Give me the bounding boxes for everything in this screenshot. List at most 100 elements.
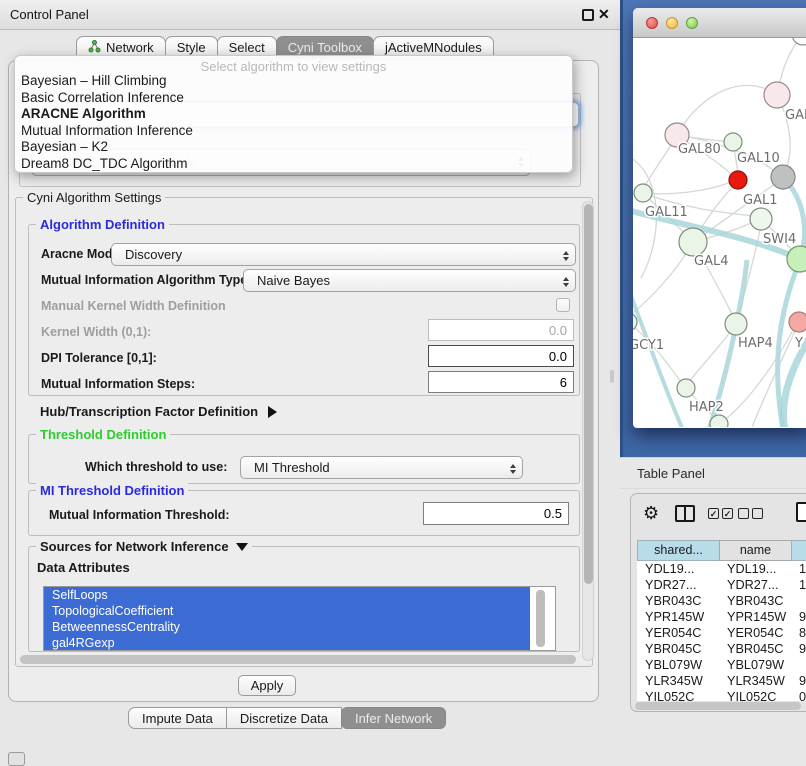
data-attributes-list[interactable]: SelfLoopsTopologicalCoefficientBetweenne… — [43, 586, 556, 651]
table-cell: 13 — [791, 561, 806, 577]
mi-algorithm-type-combobox[interactable]: Naive Bayes — [243, 269, 576, 292]
panel-splitter-handle[interactable] — [610, 370, 614, 383]
mi-algorithm-type-label: Mutual Information Algorithm Type: — [41, 273, 251, 287]
minimize-traffic-light-icon[interactable] — [666, 17, 678, 29]
network-node[interactable] — [787, 246, 806, 272]
node-label: HAP4 — [738, 336, 773, 351]
tab-infer-network[interactable]: Infer Network — [341, 707, 446, 729]
table-cell: YPR145W — [719, 609, 791, 625]
network-node[interactable] — [724, 133, 742, 151]
table-header-row: shared...name — [637, 540, 806, 561]
column-layout-icon[interactable] — [675, 505, 695, 522]
gear-icon[interactable]: ⚙ — [643, 503, 659, 524]
attribute-list-item[interactable]: TopologicalCoefficient — [44, 603, 530, 619]
threshold-definition-group: Threshold Definition Which threshold to … — [28, 434, 580, 484]
column-header[interactable] — [791, 540, 806, 561]
table-row[interactable]: YER054CYER054C8. — [637, 625, 806, 641]
table-row[interactable]: YBR045CYBR045C9. — [637, 641, 806, 657]
close-icon[interactable]: ✕ — [598, 6, 610, 23]
attribute-list-item[interactable]: gal4RGexp — [44, 635, 530, 651]
aracne-mode-combobox[interactable]: Discovery — [111, 243, 576, 266]
table-panel-title: Table Panel — [637, 466, 705, 481]
algorithm-option[interactable]: Dream8 DC_TDC Algorithm — [15, 156, 572, 173]
network-node[interactable] — [725, 313, 747, 335]
table-horizontal-scrollbar[interactable] — [635, 702, 801, 710]
apply-button[interactable]: Apply — [238, 675, 296, 696]
algorithm-option[interactable]: Bayesian – K2 — [15, 139, 572, 156]
mi-steps-field[interactable] — [428, 371, 574, 393]
settings-horizontal-scrollbar[interactable] — [20, 655, 576, 664]
which-threshold-value: MI Threshold — [254, 460, 330, 475]
node-label: GAL4 — [694, 254, 728, 269]
tab-label: jActiveMNodules — [385, 40, 482, 55]
network-node[interactable] — [679, 228, 707, 256]
network-node[interactable] — [710, 415, 728, 427]
network-node[interactable] — [764, 82, 790, 108]
table-row[interactable]: YPR145WYPR145W9. — [637, 609, 806, 625]
network-edge[interactable] — [633, 288, 683, 427]
hub-factor-definition-toggle[interactable]: Hub/Transcription Factor Definition — [40, 404, 277, 419]
attribute-list-item[interactable]: BetweennessCentrality — [44, 619, 530, 635]
attribute-list-item[interactable]: SelfLoops — [44, 587, 530, 603]
settings-scrollbar-thumb[interactable] — [584, 204, 593, 584]
network-window-titlebar[interactable] — [633, 8, 806, 38]
table-cell: YBR045C — [637, 641, 719, 657]
mi-threshold-field[interactable] — [423, 502, 569, 525]
dpi-tolerance-field[interactable] — [428, 345, 574, 367]
algorithm-option[interactable]: Mutual Information Inference — [15, 123, 572, 140]
float-window-icon[interactable] — [582, 9, 594, 21]
network-edge[interactable] — [643, 182, 731, 194]
kernel-width-label: Kernel Width (0,1): — [41, 325, 151, 339]
network-node[interactable] — [750, 208, 772, 230]
node-label: HAP2 — [689, 400, 724, 415]
algorithm-definition-group: Algorithm Definition Aracne Mode: Discov… — [28, 224, 580, 396]
table-row[interactable]: YBL079WYBL079W — [637, 657, 806, 673]
column-header[interactable]: name — [719, 540, 791, 561]
expanded-arrow-icon[interactable] — [236, 543, 248, 551]
which-threshold-combobox[interactable]: MI Threshold — [240, 456, 523, 479]
table-cell: YBR045C — [719, 641, 791, 657]
combo-stepper-icon — [563, 248, 569, 264]
sources-group-title[interactable]: Sources for Network Inference — [36, 539, 252, 554]
network-canvas[interactable]: GALGAL80GAL10GAL1GAL11GAL4SWI4GCY1HAP4YH… — [633, 38, 806, 427]
deselect-all-icon[interactable] — [738, 508, 763, 519]
table-row[interactable]: YDL19...YDL19...13 — [637, 561, 806, 577]
node-label: GAL80 — [678, 142, 721, 157]
table-cell: YBR043C — [719, 593, 791, 609]
network-node[interactable] — [792, 38, 806, 45]
network-node[interactable] — [789, 312, 806, 332]
table-row[interactable]: YIL052CYIL052C0. — [637, 689, 806, 701]
tab-discretize-data[interactable]: Discretize Data — [226, 707, 342, 729]
table-row[interactable]: YDR27...YDR27...12 — [637, 577, 806, 593]
algorithm-dropdown-prompt: Select algorithm to view settings — [15, 56, 572, 73]
node-label: GAL10 — [737, 151, 780, 166]
kernel-width-field[interactable] — [428, 319, 574, 341]
table-cell: YPR145W — [637, 609, 719, 625]
table-cell: 12 — [791, 577, 806, 593]
zoom-traffic-light-icon[interactable] — [686, 17, 698, 29]
network-node[interactable] — [729, 171, 747, 189]
table-row[interactable]: YBR043CYBR043C — [637, 593, 806, 609]
settings-vertical-scrollbar[interactable] — [582, 201, 594, 661]
tab-impute-data[interactable]: Impute Data — [128, 707, 227, 729]
table-row[interactable]: YLR345WYLR345W9. — [637, 673, 806, 689]
new-table-icon[interactable] — [796, 502, 806, 522]
which-threshold-label: Which threshold to use: — [85, 460, 227, 474]
select-all-icon[interactable]: ✓✓ — [708, 508, 733, 519]
panel-grip-icon[interactable] — [8, 752, 25, 766]
table-cell: 8. — [791, 625, 806, 641]
collapsed-arrow-icon[interactable] — [268, 406, 277, 418]
algorithm-option[interactable]: ARACNE Algorithm — [15, 106, 572, 123]
list-scrollbar-thumb[interactable] — [536, 590, 545, 647]
algorithm-option[interactable]: Basic Correlation Inference — [15, 90, 572, 107]
algorithm-option[interactable]: Bayesian – Hill Climbing — [15, 73, 572, 90]
table-cell: YER054C — [637, 625, 719, 641]
network-node[interactable] — [677, 379, 695, 397]
close-traffic-light-icon[interactable] — [646, 17, 658, 29]
network-edge[interactable] — [677, 85, 777, 135]
manual-kernel-width-checkbox[interactable] — [556, 298, 570, 312]
column-header[interactable]: shared... — [637, 540, 719, 561]
tab-label: Select — [229, 40, 265, 55]
network-node[interactable] — [634, 184, 652, 202]
network-node[interactable] — [771, 165, 795, 189]
